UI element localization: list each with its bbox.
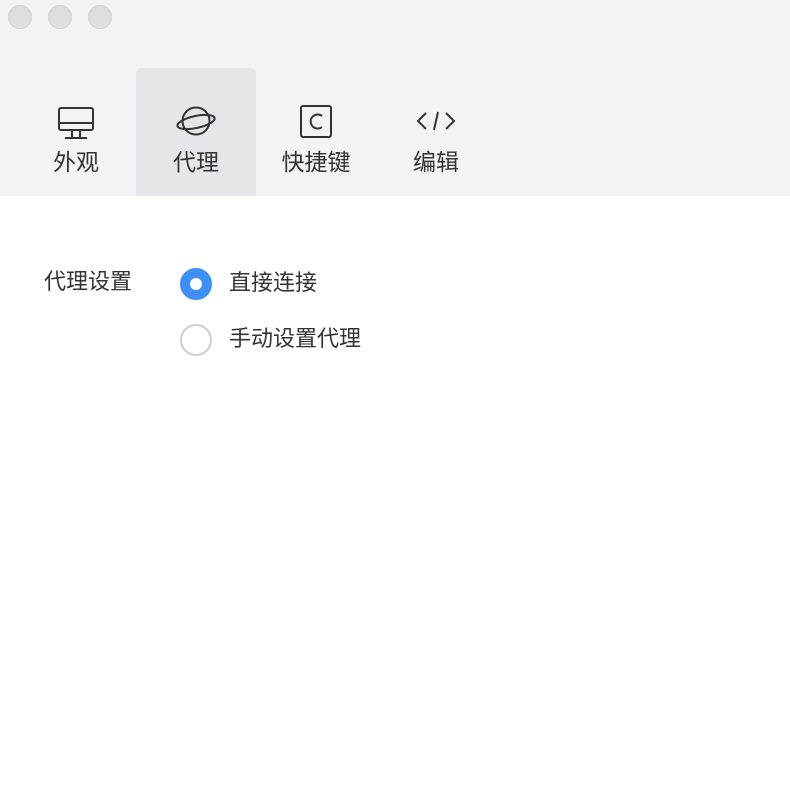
proxy-settings-label: 代理设置 [44, 270, 133, 295]
tab-appearance-label: 外观 [53, 150, 99, 176]
tab-editor-label: 编辑 [413, 150, 459, 176]
direct-connection-radio[interactable] [180, 268, 212, 300]
planet-icon [176, 106, 216, 136]
toolbar: 外观 代理 快捷键 编辑 [0, 0, 790, 196]
tab-proxy-label: 代理 [173, 150, 219, 176]
direct-connection-option[interactable]: 直接连接 [180, 268, 317, 300]
code-icon [416, 111, 456, 131]
tab-shortcuts-label: 快捷键 [281, 150, 351, 176]
monitor-icon [58, 107, 94, 139]
command-key-icon [300, 105, 332, 138]
window-minimize-button[interactable] [48, 5, 72, 29]
tab-proxy[interactable]: 代理 [136, 68, 256, 196]
direct-connection-label: 直接连接 [229, 271, 318, 296]
manual-proxy-option[interactable]: 手动设置代理 [180, 324, 361, 356]
preferences-window: 外观 代理 快捷键 编辑 代理设置 直接连接 手动设置代理 [0, 0, 790, 790]
tab-appearance[interactable]: 外观 [16, 68, 136, 196]
window-zoom-button[interactable] [88, 5, 112, 29]
manual-proxy-label: 手动设置代理 [229, 327, 362, 352]
manual-proxy-radio[interactable] [180, 324, 212, 356]
proxy-settings-panel: 代理设置 直接连接 手动设置代理 [0, 196, 790, 790]
tab-shortcuts[interactable]: 快捷键 [256, 68, 376, 196]
tab-editor[interactable]: 编辑 [376, 68, 496, 196]
window-close-button[interactable] [8, 5, 32, 29]
preferences-tabs: 外观 代理 快捷键 编辑 [16, 68, 496, 196]
